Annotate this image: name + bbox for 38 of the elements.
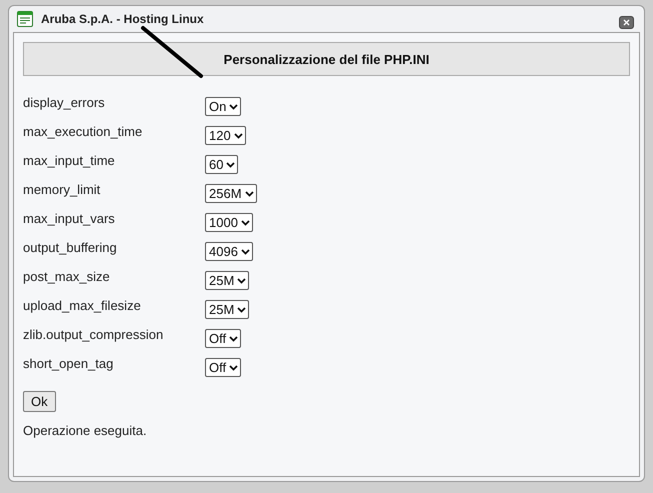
chevron-down-icon (244, 190, 254, 196)
value-dropdown[interactable]: Off (205, 358, 242, 377)
status-message: Operazione eseguita. (23, 423, 148, 438)
setting-label: output_buffering (23, 240, 118, 255)
setting-label: zlib.output_compression (23, 327, 164, 342)
value-dropdown[interactable]: 25M (205, 271, 250, 290)
value-dropdown[interactable]: 60 (205, 155, 238, 174)
chevron-down-icon (229, 104, 238, 110)
value-dropdown[interactable]: Off (205, 329, 242, 348)
setting-label: max_execution_time (23, 124, 144, 139)
window-app-icon (17, 11, 33, 27)
setting-label: upload_max_filesize (23, 298, 142, 313)
chevron-down-icon (237, 306, 246, 312)
chevron-down-icon (226, 162, 236, 168)
chevron-down-icon (234, 132, 243, 138)
window-title: Aruba S.p.A. - Hosting Linux (41, 12, 205, 26)
annotation-line (140, 25, 204, 79)
value-dropdown[interactable]: 1000 (205, 213, 253, 232)
section-header: Personalizzazione del file PHP.INI (23, 42, 630, 76)
close-icon (623, 18, 630, 26)
value-dropdown[interactable]: 120 (205, 126, 246, 145)
chevron-down-icon (240, 220, 250, 226)
chevron-down-icon (240, 248, 250, 254)
setting-label: memory_limit (23, 182, 102, 197)
setting-label: display_errors (23, 95, 106, 110)
chevron-down-icon (229, 364, 238, 370)
ok-button[interactable]: Ok (23, 391, 56, 412)
value-dropdown[interactable]: 25M (205, 300, 250, 319)
chevron-down-icon (237, 278, 246, 284)
setting-label: max_input_vars (23, 211, 116, 226)
value-dropdown[interactable]: On (205, 97, 242, 116)
value-dropdown[interactable]: 256M (205, 184, 257, 203)
setting-label: post_max_size (23, 269, 111, 284)
setting-label: short_open_tag (23, 356, 114, 371)
close-button[interactable] (619, 16, 634, 28)
setting-label: max_input_time (23, 153, 116, 168)
chevron-down-icon (229, 336, 238, 342)
value-dropdown[interactable]: 4096 (205, 242, 253, 261)
